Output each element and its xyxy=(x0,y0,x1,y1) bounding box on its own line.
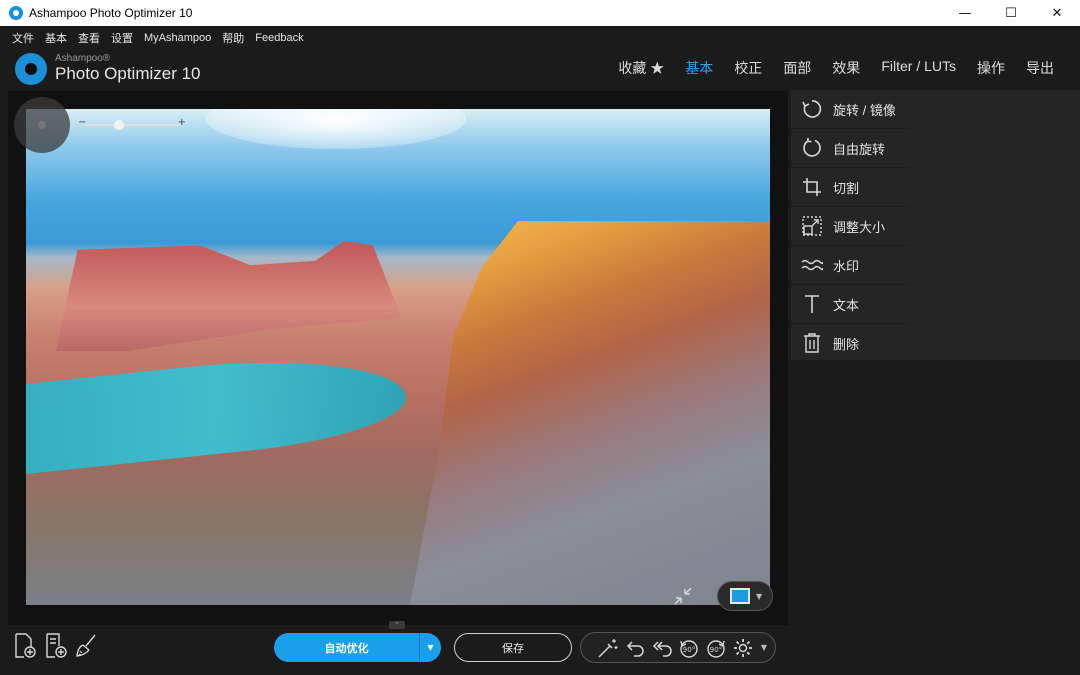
auto-optimize-button[interactable]: 自动优化 ▼ xyxy=(274,633,441,662)
tool-rotate-mirror[interactable]: 旋转 / 镜像 xyxy=(791,90,911,129)
tool-free-rotate[interactable]: 自由旋转 xyxy=(791,129,911,168)
minimize-button[interactable]: — xyxy=(942,0,988,26)
tab-effects[interactable]: 效果 xyxy=(832,58,860,78)
view-controls: ▼ xyxy=(667,580,773,612)
aperture-logo-icon xyxy=(15,53,47,85)
save-button[interactable]: 保存 xyxy=(454,633,572,662)
menu-file[interactable]: 文件 xyxy=(12,30,34,46)
photo-mesa xyxy=(56,241,402,351)
zoom-knob[interactable] xyxy=(114,120,125,130)
quick-tools: 90° 90° ▼ xyxy=(580,632,776,663)
watermark-icon xyxy=(800,253,824,277)
collapse-toggle-icon[interactable]: ⌃ xyxy=(389,621,405,629)
auto-optimize-dropdown-icon[interactable]: ▼ xyxy=(419,633,441,662)
auto-optimize-label: 自动优化 xyxy=(324,642,369,655)
maximize-button[interactable]: ☐ xyxy=(988,0,1034,26)
tab-favorites[interactable]: 收藏 ★ xyxy=(618,58,664,78)
gear-icon[interactable] xyxy=(730,635,756,661)
delete-icon xyxy=(800,331,824,355)
tab-operations[interactable]: 操作 xyxy=(977,58,1005,78)
text-icon xyxy=(800,292,824,316)
tab-filter-luts[interactable]: Filter / LUTs xyxy=(881,58,956,78)
basic-tools-panel: 旋转 / 镜像 自由旋转 切割 调整大小 水印 文本 删除 xyxy=(791,90,1080,363)
tools-chevron-down-icon[interactable]: ▼ xyxy=(757,635,771,661)
crop-icon xyxy=(800,175,824,199)
shrink-view-icon[interactable] xyxy=(667,580,699,612)
tool-label: 自由旋转 xyxy=(833,141,886,157)
menu-myashampoo[interactable]: MyAshampoo xyxy=(144,32,211,44)
rotate-mirror-icon xyxy=(800,97,824,121)
tool-label: 水印 xyxy=(833,258,860,274)
free-rotate-icon xyxy=(800,136,824,160)
tool-label: 旋转 / 镜像 xyxy=(833,102,896,118)
menu-help[interactable]: 帮助 xyxy=(222,30,244,46)
magic-wand-icon[interactable] xyxy=(595,635,621,661)
main-tabs: 收藏 ★ 基本 校正 面部 效果 Filter / LUTs 操作 导出 xyxy=(597,58,1054,78)
rotate-left-label: 90° xyxy=(683,646,695,654)
file-actions xyxy=(12,632,105,660)
tool-label: 调整大小 xyxy=(833,219,886,235)
app-logo: Ashampoo® Photo Optimizer 10 xyxy=(15,50,201,88)
menu-view[interactable]: 查看 xyxy=(78,30,100,46)
view-mode-button[interactable]: ▼ xyxy=(717,581,773,611)
tool-text[interactable]: 文本 xyxy=(791,285,911,324)
new-file-icon[interactable] xyxy=(12,632,38,660)
tool-watermark[interactable]: 水印 xyxy=(791,246,911,285)
title-bar: Ashampoo Photo Optimizer 10 — ☐ ✕ xyxy=(0,0,1080,26)
photo-preview[interactable] xyxy=(26,109,770,605)
rotate-left-icon[interactable]: 90° xyxy=(676,635,702,661)
tab-export[interactable]: 导出 xyxy=(1026,58,1054,78)
tool-delete[interactable]: 删除 xyxy=(791,324,911,363)
zoom-track[interactable] xyxy=(84,124,180,126)
rotate-right-icon[interactable]: 90° xyxy=(703,635,729,661)
zoom-out-icon[interactable]: − xyxy=(78,117,86,128)
app-icon xyxy=(9,6,23,20)
window-title: Ashampoo Photo Optimizer 10 xyxy=(29,6,193,20)
add-folder-icon[interactable] xyxy=(43,632,69,660)
chevron-down-icon[interactable]: ▼ xyxy=(756,592,762,601)
menu-settings[interactable]: 设置 xyxy=(111,30,133,46)
resize-icon xyxy=(800,214,824,238)
tab-face[interactable]: 面部 xyxy=(783,58,811,78)
menu-feedback[interactable]: Feedback xyxy=(255,32,303,44)
photo-water xyxy=(26,344,406,474)
tool-label: 删除 xyxy=(833,336,860,352)
tool-label: 文本 xyxy=(833,297,860,313)
tool-crop[interactable]: 切割 xyxy=(791,168,911,207)
rotate-right-label: 90° xyxy=(710,646,722,654)
tab-correction[interactable]: 校正 xyxy=(734,58,762,78)
menu-bar: 文件 基本 查看 设置 MyAshampoo 帮助 Feedback xyxy=(0,26,1080,50)
close-button[interactable]: ✕ xyxy=(1034,0,1080,26)
logo-product: Photo Optimizer 10 xyxy=(55,64,201,83)
single-view-icon xyxy=(730,588,750,604)
tool-resize[interactable]: 调整大小 xyxy=(791,207,911,246)
zoom-slider[interactable]: − + xyxy=(78,117,186,130)
photo-sky-glow xyxy=(206,109,466,149)
logo-brand: Ashampoo® xyxy=(55,53,111,64)
clear-brush-icon[interactable] xyxy=(74,632,100,660)
tab-basic[interactable]: 基本 xyxy=(685,58,713,78)
zoom-in-icon[interactable]: + xyxy=(178,117,186,128)
undo-all-icon[interactable] xyxy=(649,635,675,661)
pan-dot xyxy=(38,121,46,129)
menu-basic[interactable]: 基本 xyxy=(45,30,67,46)
pan-control[interactable] xyxy=(14,97,70,153)
photo-cliff xyxy=(410,221,770,605)
undo-icon[interactable] xyxy=(622,635,648,661)
tool-label: 切割 xyxy=(833,180,860,196)
